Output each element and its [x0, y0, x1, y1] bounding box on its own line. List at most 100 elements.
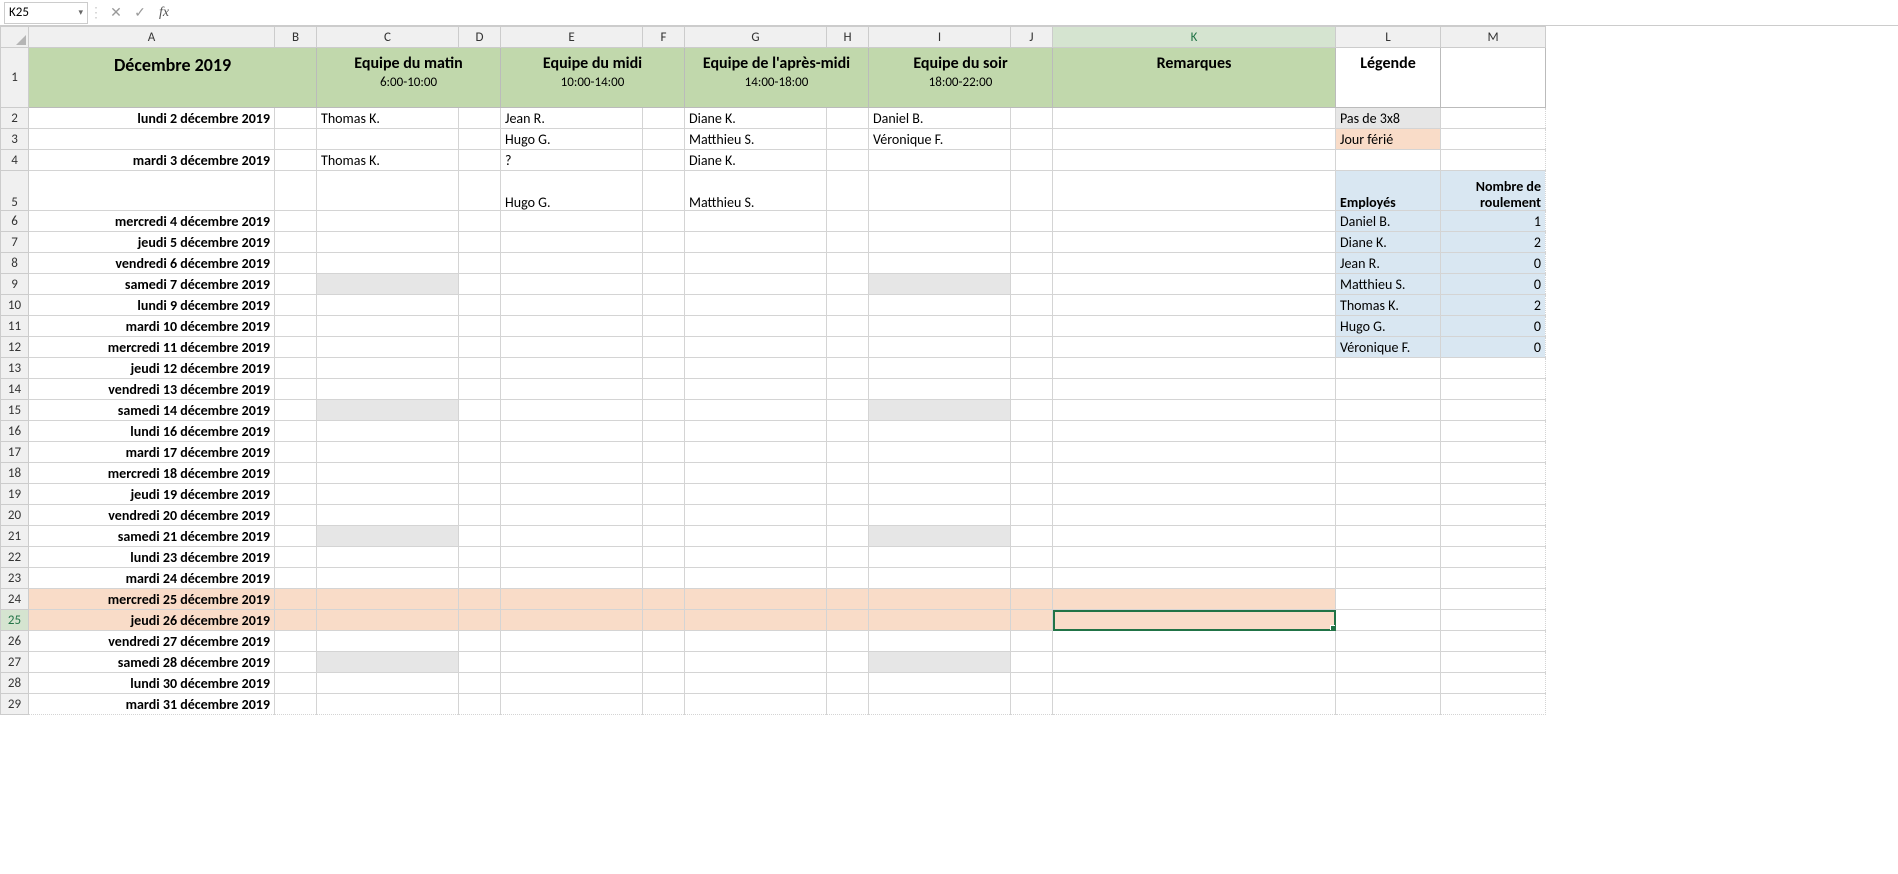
cell-I16[interactable]: [869, 421, 1011, 442]
cell-L23[interactable]: [1336, 568, 1441, 589]
cell-K15[interactable]: [1053, 400, 1336, 421]
cell-J8[interactable]: [1011, 253, 1053, 274]
cell-L4[interactable]: [1336, 150, 1441, 171]
cell-M3[interactable]: [1441, 129, 1546, 150]
cell-I29[interactable]: [869, 694, 1011, 715]
cell-B16[interactable]: [275, 421, 317, 442]
cell-F28[interactable]: [643, 673, 685, 694]
cell-C14[interactable]: [317, 379, 459, 400]
cell-L8[interactable]: Jean R.: [1336, 253, 1441, 274]
cell-F20[interactable]: [643, 505, 685, 526]
cell-D5[interactable]: [459, 171, 501, 211]
cell-E15[interactable]: [501, 400, 643, 421]
row-header[interactable]: 27: [1, 652, 29, 673]
cell-E8[interactable]: [501, 253, 643, 274]
cell-J29[interactable]: [1011, 694, 1053, 715]
cell-C22[interactable]: [317, 547, 459, 568]
cell-C18[interactable]: [317, 463, 459, 484]
cell-C10[interactable]: [317, 295, 459, 316]
cell-B14[interactable]: [275, 379, 317, 400]
cell-K4[interactable]: [1053, 150, 1336, 171]
cell-F26[interactable]: [643, 631, 685, 652]
cell-H24[interactable]: [827, 589, 869, 610]
cell-E3[interactable]: Hugo G.: [501, 129, 643, 150]
cell-F7[interactable]: [643, 232, 685, 253]
row-header[interactable]: 5: [1, 171, 29, 211]
cell-G3[interactable]: Matthieu S.: [685, 129, 827, 150]
cell-C12[interactable]: [317, 337, 459, 358]
cell-I14[interactable]: [869, 379, 1011, 400]
cell-D7[interactable]: [459, 232, 501, 253]
cell-H23[interactable]: [827, 568, 869, 589]
cell-J11[interactable]: [1011, 316, 1053, 337]
formula-input[interactable]: [176, 2, 1898, 24]
cell-A15[interactable]: samedi 14 décembre 2019: [29, 400, 275, 421]
cell-D8[interactable]: [459, 253, 501, 274]
row-header[interactable]: 15: [1, 400, 29, 421]
cell-H13[interactable]: [827, 358, 869, 379]
cell-F22[interactable]: [643, 547, 685, 568]
cell-L3[interactable]: Jour férié: [1336, 129, 1441, 150]
cell-M19[interactable]: [1441, 484, 1546, 505]
cell-G7[interactable]: [685, 232, 827, 253]
cell-D29[interactable]: [459, 694, 501, 715]
cell-L12[interactable]: Véronique F.: [1336, 337, 1441, 358]
cell-C24[interactable]: [317, 589, 459, 610]
cell-H21[interactable]: [827, 526, 869, 547]
cell-A28[interactable]: lundi 30 décembre 2019: [29, 673, 275, 694]
cell-E17[interactable]: [501, 442, 643, 463]
cell-E4[interactable]: ?: [501, 150, 643, 171]
cell-K19[interactable]: [1053, 484, 1336, 505]
cell-A23[interactable]: mardi 24 décembre 2019: [29, 568, 275, 589]
cell-K21[interactable]: [1053, 526, 1336, 547]
cell-B13[interactable]: [275, 358, 317, 379]
row-header[interactable]: 28: [1, 673, 29, 694]
row-header[interactable]: 14: [1, 379, 29, 400]
cell-L21[interactable]: [1336, 526, 1441, 547]
cell-H9[interactable]: [827, 274, 869, 295]
cell-C8[interactable]: [317, 253, 459, 274]
cell-M7[interactable]: 2: [1441, 232, 1546, 253]
cancel-formula-icon[interactable]: ✕: [104, 2, 128, 24]
cell-B29[interactable]: [275, 694, 317, 715]
cell-E27[interactable]: [501, 652, 643, 673]
cell-C25[interactable]: [317, 610, 459, 631]
cell-J16[interactable]: [1011, 421, 1053, 442]
cell-K13[interactable]: [1053, 358, 1336, 379]
cell-D13[interactable]: [459, 358, 501, 379]
cell-E18[interactable]: [501, 463, 643, 484]
cell-G2[interactable]: Diane K.: [685, 108, 827, 129]
cell-D4[interactable]: [459, 150, 501, 171]
cell-C16[interactable]: [317, 421, 459, 442]
cell-B19[interactable]: [275, 484, 317, 505]
cell-H4[interactable]: [827, 150, 869, 171]
cell-E23[interactable]: [501, 568, 643, 589]
cell-E13[interactable]: [501, 358, 643, 379]
cell-E14[interactable]: [501, 379, 643, 400]
row-header[interactable]: 20: [1, 505, 29, 526]
cell-D18[interactable]: [459, 463, 501, 484]
cell-E24[interactable]: [501, 589, 643, 610]
cell-J14[interactable]: [1011, 379, 1053, 400]
cell-D26[interactable]: [459, 631, 501, 652]
cell-D2[interactable]: [459, 108, 501, 129]
cell-H10[interactable]: [827, 295, 869, 316]
cell-M18[interactable]: [1441, 463, 1546, 484]
cell-E28[interactable]: [501, 673, 643, 694]
cell-D28[interactable]: [459, 673, 501, 694]
cell-H2[interactable]: [827, 108, 869, 129]
cell-K29[interactable]: [1053, 694, 1336, 715]
cell-E10[interactable]: [501, 295, 643, 316]
cell-E25[interactable]: [501, 610, 643, 631]
cell-L9[interactable]: Matthieu S.: [1336, 274, 1441, 295]
cell-F27[interactable]: [643, 652, 685, 673]
cell-I21[interactable]: [869, 526, 1011, 547]
cell-H17[interactable]: [827, 442, 869, 463]
row-header[interactable]: 24: [1, 589, 29, 610]
legend-header[interactable]: Légende: [1336, 48, 1441, 108]
cell-A21[interactable]: samedi 21 décembre 2019: [29, 526, 275, 547]
row-header[interactable]: 21: [1, 526, 29, 547]
cell-M10[interactable]: 2: [1441, 295, 1546, 316]
remarks-header[interactable]: Remarques: [1053, 48, 1336, 108]
row-header[interactable]: 4: [1, 150, 29, 171]
